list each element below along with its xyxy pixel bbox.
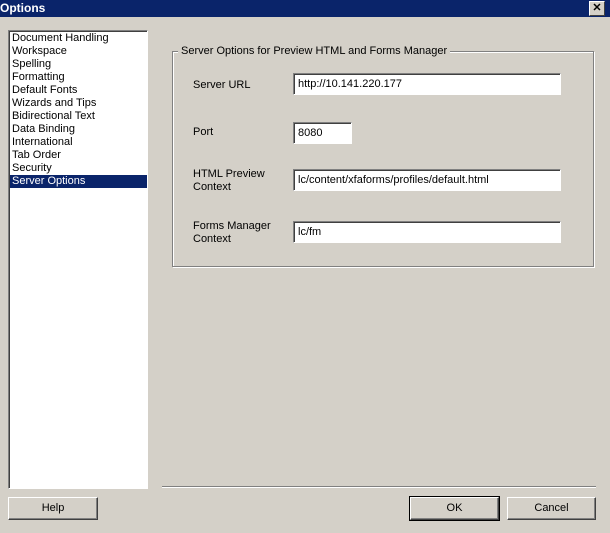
category-item-formatting[interactable]: Formatting	[10, 71, 147, 84]
server-options-group-title: Server Options for Preview HTML and Form…	[178, 44, 451, 58]
forms-manager-label-line2: Context	[193, 233, 231, 245]
category-item-workspace[interactable]: Workspace	[10, 45, 147, 58]
html-preview-label-line1: HTML Preview	[193, 168, 265, 180]
category-item-international[interactable]: International	[10, 136, 147, 149]
port-field[interactable]: 8080	[293, 122, 352, 144]
category-item-wizards-and-tips[interactable]: Wizards and Tips	[10, 97, 147, 110]
close-icon[interactable]: ✕	[589, 1, 605, 16]
help-button[interactable]: Help	[8, 497, 98, 520]
category-item-data-binding[interactable]: Data Binding	[10, 123, 147, 136]
category-item-spelling[interactable]: Spelling	[10, 58, 147, 71]
forms-manager-label-line1: Forms Manager	[193, 220, 271, 232]
server-url-label: Server URL	[193, 79, 251, 91]
window-title: Options	[0, 1, 46, 15]
ok-button[interactable]: OK	[409, 496, 500, 521]
title-bar: Options ✕	[0, 0, 610, 17]
html-preview-label-line2: Context	[193, 181, 231, 193]
category-item-default-fonts[interactable]: Default Fonts	[10, 84, 147, 97]
category-item-bidirectional-text[interactable]: Bidirectional Text	[10, 110, 147, 123]
category-item-security[interactable]: Security	[10, 162, 147, 175]
category-item-tab-order[interactable]: Tab Order	[10, 149, 147, 162]
category-list[interactable]: Document Handling Workspace Spelling For…	[8, 30, 148, 489]
category-item-document-handling[interactable]: Document Handling	[10, 32, 147, 45]
category-item-server-options[interactable]: Server Options	[10, 175, 147, 188]
footer-separator	[162, 486, 596, 488]
forms-manager-context-field[interactable]: lc/fm	[293, 221, 561, 243]
server-url-field[interactable]: http://10.141.220.177	[293, 73, 561, 95]
cancel-button[interactable]: Cancel	[507, 497, 596, 520]
html-preview-context-field[interactable]: lc/content/xfaforms/profiles/default.htm…	[293, 169, 561, 191]
port-label: Port	[193, 126, 214, 138]
